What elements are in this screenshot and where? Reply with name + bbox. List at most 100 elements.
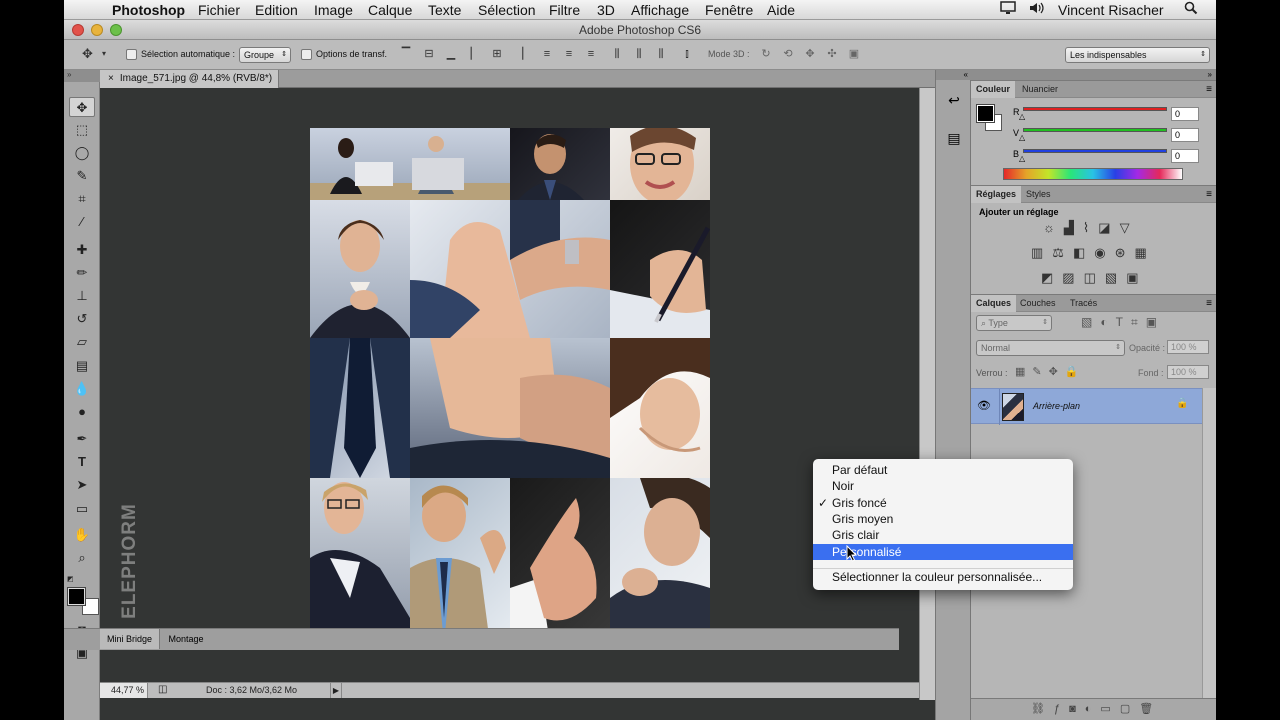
slider-thumb-icon[interactable]: △ xyxy=(1019,154,1025,163)
distribute-bottom-icon[interactable]: ≡ xyxy=(584,47,598,61)
collapse-chevron-icon[interactable]: » xyxy=(64,70,100,82)
eyedropper-tool-icon[interactable]: ⁄ xyxy=(69,212,95,232)
lasso-tool-icon[interactable]: ◯ xyxy=(69,143,95,163)
healing-brush-tool-icon[interactable]: ✚ xyxy=(69,240,95,260)
visibility-eye-icon[interactable]: 👁 xyxy=(977,399,991,412)
dodge-tool-icon[interactable]: ● xyxy=(69,402,95,422)
layer-filter-dropdown[interactable]: ⌕ Type ⇕ xyxy=(976,315,1052,331)
history-panel-icon[interactable]: ↩ xyxy=(944,90,964,110)
move-tool-preset-icon[interactable]: ✥ xyxy=(82,47,93,61)
align-vcenter-icon[interactable]: ⊟ xyxy=(422,47,436,61)
opacity-field[interactable]: 100 % xyxy=(1167,340,1209,354)
foreground-color-swatch[interactable] xyxy=(67,587,86,606)
scale-3d-icon[interactable]: ▣ xyxy=(846,47,862,61)
quick-selection-tool-icon[interactable]: ✎ xyxy=(69,166,95,186)
delete-layer-icon[interactable]: 🗑 xyxy=(1139,703,1162,715)
posterize-icon[interactable]: ▨ xyxy=(1062,270,1083,285)
shape-filter-icon[interactable]: ⌗ xyxy=(1131,315,1146,329)
tab-nuancier[interactable]: Nuancier xyxy=(1017,81,1063,98)
type-filter-icon[interactable]: T xyxy=(1116,315,1131,329)
type-tool-icon[interactable]: T xyxy=(69,452,95,472)
default-colors-icon[interactable]: ◩ xyxy=(67,575,75,583)
volume-icon[interactable] xyxy=(1028,1,1046,19)
menu-selection[interactable]: Sélection xyxy=(478,1,536,19)
photo-filter-icon[interactable]: ◉ xyxy=(1094,245,1114,260)
color-spectrum-bar[interactable] xyxy=(1003,168,1183,180)
levels-icon[interactable]: ▟ xyxy=(1064,220,1083,235)
menu-edition[interactable]: Edition xyxy=(255,1,298,19)
crop-tool-icon[interactable]: ⌗ xyxy=(69,189,95,209)
align-hcenter-icon[interactable]: ⊞ xyxy=(490,47,504,61)
drag-3d-icon[interactable]: ✥ xyxy=(802,47,818,61)
pixel-filter-icon[interactable]: ▧ xyxy=(1081,315,1100,329)
distribute-right-icon[interactable]: ⫼ xyxy=(654,47,668,61)
fill-field[interactable]: 100 % xyxy=(1167,365,1209,379)
menu-fenetre[interactable]: Fenêtre xyxy=(705,1,753,19)
lock-transparency-icon[interactable]: ▦ xyxy=(1015,366,1032,378)
menu-fichier[interactable]: Fichier xyxy=(198,1,240,19)
black-white-icon[interactable]: ◧ xyxy=(1073,245,1094,260)
channel-mixer-icon[interactable]: ⊛ xyxy=(1115,245,1135,260)
curves-icon[interactable]: ⌇ xyxy=(1083,220,1098,235)
zoom-level[interactable]: 44,77 % xyxy=(100,683,148,698)
preset-chevron-down-icon[interactable]: ▾ xyxy=(102,47,106,61)
align-bottom-icon[interactable]: ▁ xyxy=(444,47,458,61)
slide-3d-icon[interactable]: ✣ xyxy=(824,47,840,61)
document-tab[interactable]: × Image_571.jpg @ 44,8% (RVB/8*) xyxy=(100,70,279,88)
menu-texte[interactable]: Texte xyxy=(428,1,461,19)
context-menu-item[interactable]: ✓ Gris foncé xyxy=(813,495,1073,511)
channel-value-field[interactable]: 0 xyxy=(1171,128,1199,142)
layer-row-background[interactable]: 👁 Arrière-plan 🔒 xyxy=(971,388,1216,425)
spotlight-search-icon[interactable] xyxy=(1184,1,1198,19)
marquee-tool-icon[interactable]: ⬚ xyxy=(69,120,95,140)
threshold-icon[interactable]: ◫ xyxy=(1084,270,1105,285)
channel-value-field[interactable]: 0 xyxy=(1171,149,1199,163)
tab-styles[interactable]: Styles xyxy=(1021,186,1056,203)
display-icon[interactable] xyxy=(1000,1,1016,19)
eraser-tool-icon[interactable]: ▱ xyxy=(69,332,95,352)
distribute-left-icon[interactable]: ⫼ xyxy=(610,47,624,61)
select-custom-color-item[interactable]: Sélectionner la couleur personnalisée... xyxy=(813,569,1073,585)
smart-object-filter-icon[interactable]: ▣ xyxy=(1146,315,1165,329)
channel-value-field[interactable]: 0 xyxy=(1171,107,1199,121)
distribute-vcenter-icon[interactable]: ≡ xyxy=(562,47,576,61)
tab-reglages[interactable]: Réglages xyxy=(971,186,1022,203)
align-top-icon[interactable]: ▔ xyxy=(399,47,413,61)
layers-scrollbar[interactable] xyxy=(1202,388,1216,698)
clone-stamp-tool-icon[interactable]: ⊥ xyxy=(69,286,95,306)
menu-affichage[interactable]: Affichage xyxy=(631,1,689,19)
channel-slider[interactable] xyxy=(1023,107,1167,111)
hue-saturation-icon[interactable]: ▥ xyxy=(1031,245,1052,260)
brightness-icon[interactable]: ☼ xyxy=(1043,220,1064,235)
panel-menu-icon[interactable]: ≡ xyxy=(1206,81,1212,98)
add-mask-icon[interactable]: ◙ xyxy=(1069,703,1085,715)
menu-app-name[interactable]: Photoshop xyxy=(112,1,185,19)
distribute-top-icon[interactable]: ≡ xyxy=(540,47,554,61)
menu-filtre[interactable]: Filtre xyxy=(549,1,580,19)
vibrance-icon[interactable]: ▽ xyxy=(1120,220,1139,235)
history-brush-tool-icon[interactable]: ↺ xyxy=(69,309,95,329)
panel-menu-icon[interactable]: ≡ xyxy=(1206,186,1212,203)
path-selection-tool-icon[interactable]: ➤ xyxy=(69,475,95,495)
close-tab-icon[interactable]: × xyxy=(108,73,114,84)
lock-paint-icon[interactable]: ✎ xyxy=(1032,366,1048,378)
pen-tool-icon[interactable]: ✒ xyxy=(69,429,95,449)
context-menu-item[interactable]: Noir xyxy=(813,478,1073,494)
roll-3d-icon[interactable]: ⟲ xyxy=(780,47,796,61)
invert-icon[interactable]: ◩ xyxy=(1041,270,1062,285)
gradient-map-icon[interactable]: ▧ xyxy=(1105,270,1126,285)
hand-tool-icon[interactable]: ✋ xyxy=(69,525,95,545)
distribute-hcenter-icon[interactable]: ⫼ xyxy=(632,47,646,61)
context-menu-item[interactable]: Gris clair xyxy=(813,527,1073,543)
channel-slider[interactable] xyxy=(1023,149,1167,153)
new-adjustment-icon[interactable]: ◐ xyxy=(1085,703,1101,715)
link-layers-icon[interactable]: ⛓ xyxy=(1031,703,1054,715)
menu-image[interactable]: Image xyxy=(314,1,353,19)
status-icon[interactable]: ◫ xyxy=(158,684,167,695)
menu-calque[interactable]: Calque xyxy=(368,1,412,19)
new-group-icon[interactable]: ▭ xyxy=(1100,703,1119,715)
vertical-scrollbar[interactable] xyxy=(919,88,935,700)
blend-mode-dropdown[interactable]: Normal ⇕ xyxy=(976,340,1125,356)
exposure-icon[interactable]: ◪ xyxy=(1098,220,1119,235)
context-menu-item[interactable]: Gris moyen xyxy=(813,511,1073,527)
